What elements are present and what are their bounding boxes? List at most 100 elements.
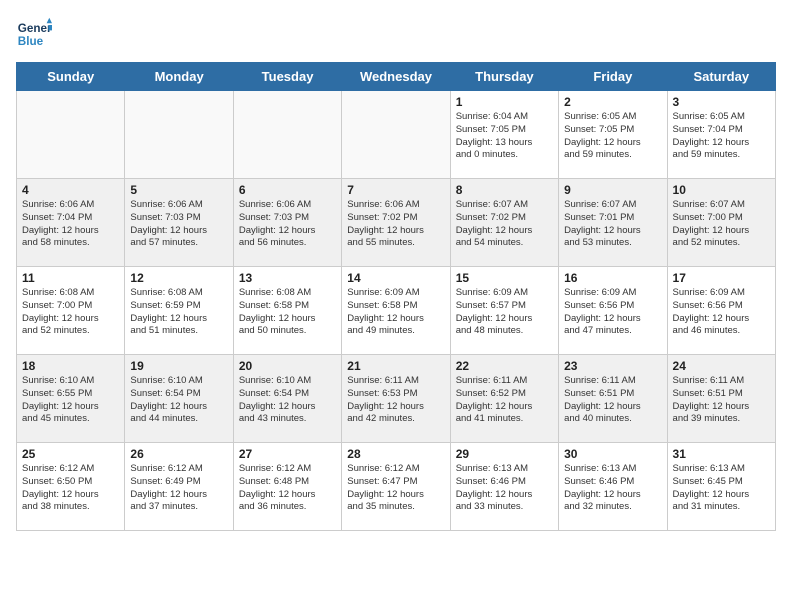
- day-number: 23: [564, 359, 661, 373]
- day-header-sunday: Sunday: [17, 63, 125, 91]
- day-info: Sunrise: 6:08 AM Sunset: 6:59 PM Dayligh…: [130, 287, 227, 338]
- cal-day-21: 21 Sunrise: 6:11 AM Sunset: 6:53 PM Dayli…: [342, 355, 450, 443]
- day-info: Sunrise: 6:11 AM Sunset: 6:51 PM Dayligh…: [673, 375, 770, 426]
- cal-day-6: 6 Sunrise: 6:06 AM Sunset: 7:03 PM Daylig…: [233, 179, 341, 267]
- cal-day-1: 1Sunrise: 6:04 AM Sunset: 7:05 PM Daylig…: [450, 91, 558, 179]
- day-header-wednesday: Wednesday: [342, 63, 450, 91]
- cal-day-30: 30 Sunrise: 6:13 AM Sunset: 6:46 PM Dayli…: [559, 443, 667, 531]
- day-info: Sunrise: 6:12 AM Sunset: 6:47 PM Dayligh…: [347, 463, 444, 514]
- svg-text:General: General: [18, 22, 52, 35]
- day-number: 4: [22, 183, 119, 197]
- day-number: 11: [22, 271, 119, 285]
- day-number: 20: [239, 359, 336, 373]
- day-info: Sunrise: 6:06 AM Sunset: 7:02 PM Dayligh…: [347, 199, 444, 250]
- day-number: 25: [22, 447, 119, 461]
- cal-day-20: 20 Sunrise: 6:10 AM Sunset: 6:54 PM Dayli…: [233, 355, 341, 443]
- day-info: Sunrise: 6:07 AM Sunset: 7:02 PM Dayligh…: [456, 199, 553, 250]
- day-header-monday: Monday: [125, 63, 233, 91]
- day-info: Sunrise: 6:06 AM Sunset: 7:03 PM Dayligh…: [239, 199, 336, 250]
- day-info: Sunrise: 6:13 AM Sunset: 6:46 PM Dayligh…: [456, 463, 553, 514]
- cal-day-13: 13 Sunrise: 6:08 AM Sunset: 6:58 PM Dayli…: [233, 267, 341, 355]
- day-info: Sunrise: 6:09 AM Sunset: 6:57 PM Dayligh…: [456, 287, 553, 338]
- day-info: Sunrise: 6:12 AM Sunset: 6:49 PM Dayligh…: [130, 463, 227, 514]
- cal-day-29: 29 Sunrise: 6:13 AM Sunset: 6:46 PM Dayli…: [450, 443, 558, 531]
- day-info: Sunrise: 6:10 AM Sunset: 6:55 PM Dayligh…: [22, 375, 119, 426]
- svg-text:Blue: Blue: [18, 35, 44, 48]
- day-number: 24: [673, 359, 770, 373]
- cal-day-8: 8 Sunrise: 6:07 AM Sunset: 7:02 PM Daylig…: [450, 179, 558, 267]
- day-number: 29: [456, 447, 553, 461]
- cal-day-15: 15 Sunrise: 6:09 AM Sunset: 6:57 PM Dayli…: [450, 267, 558, 355]
- day-number: 17: [673, 271, 770, 285]
- cal-day-25: 25 Sunrise: 6:12 AM Sunset: 6:50 PM Dayli…: [17, 443, 125, 531]
- day-number: 26: [130, 447, 227, 461]
- day-number: 9: [564, 183, 661, 197]
- day-header-saturday: Saturday: [667, 63, 775, 91]
- cal-day-16: 16 Sunrise: 6:09 AM Sunset: 6:56 PM Dayli…: [559, 267, 667, 355]
- day-info: Sunrise: 6:12 AM Sunset: 6:48 PM Dayligh…: [239, 463, 336, 514]
- day-number: 3: [673, 95, 770, 109]
- day-number: 10: [673, 183, 770, 197]
- day-number: 15: [456, 271, 553, 285]
- day-info: Sunrise: 6:05 AM Sunset: 7:04 PM Dayligh…: [673, 111, 770, 162]
- day-info: Sunrise: 6:06 AM Sunset: 7:04 PM Dayligh…: [22, 199, 119, 250]
- cal-day-12: 12 Sunrise: 6:08 AM Sunset: 6:59 PM Dayli…: [125, 267, 233, 355]
- day-number: 19: [130, 359, 227, 373]
- cal-day-23: 23 Sunrise: 6:11 AM Sunset: 6:51 PM Dayli…: [559, 355, 667, 443]
- day-header-thursday: Thursday: [450, 63, 558, 91]
- day-number: 6: [239, 183, 336, 197]
- day-info: Sunrise: 6:13 AM Sunset: 6:46 PM Dayligh…: [564, 463, 661, 514]
- cal-empty: [342, 91, 450, 179]
- day-info: Sunrise: 6:05 AM Sunset: 7:05 PM Dayligh…: [564, 111, 661, 162]
- day-info: Sunrise: 6:12 AM Sunset: 6:50 PM Dayligh…: [22, 463, 119, 514]
- cal-day-11: 11 Sunrise: 6:08 AM Sunset: 7:00 PM Dayli…: [17, 267, 125, 355]
- day-info: Sunrise: 6:08 AM Sunset: 7:00 PM Dayligh…: [22, 287, 119, 338]
- day-number: 28: [347, 447, 444, 461]
- day-number: 16: [564, 271, 661, 285]
- day-number: 18: [22, 359, 119, 373]
- day-number: 1: [456, 95, 553, 109]
- day-header-friday: Friday: [559, 63, 667, 91]
- cal-day-14: 14Sunrise: 6:09 AM Sunset: 6:58 PM Dayli…: [342, 267, 450, 355]
- cal-day-7: 7 Sunrise: 6:06 AM Sunset: 7:02 PM Daylig…: [342, 179, 450, 267]
- day-info: Sunrise: 6:10 AM Sunset: 6:54 PM Dayligh…: [130, 375, 227, 426]
- cal-day-22: 22 Sunrise: 6:11 AM Sunset: 6:52 PM Dayli…: [450, 355, 558, 443]
- logo-icon: General Blue: [16, 16, 52, 52]
- cal-day-4: 4 Sunrise: 6:06 AM Sunset: 7:04 PM Daylig…: [17, 179, 125, 267]
- page-header: General Blue: [16, 16, 776, 52]
- cal-day-28: 28 Sunrise: 6:12 AM Sunset: 6:47 PM Dayli…: [342, 443, 450, 531]
- day-number: 8: [456, 183, 553, 197]
- day-number: 5: [130, 183, 227, 197]
- day-info: Sunrise: 6:11 AM Sunset: 6:51 PM Dayligh…: [564, 375, 661, 426]
- day-number: 2: [564, 95, 661, 109]
- day-number: 7: [347, 183, 444, 197]
- day-info: Sunrise: 6:11 AM Sunset: 6:53 PM Dayligh…: [347, 375, 444, 426]
- day-number: 21: [347, 359, 444, 373]
- cal-day-2: 2 Sunrise: 6:05 AM Sunset: 7:05 PM Daylig…: [559, 91, 667, 179]
- day-info: Sunrise: 6:07 AM Sunset: 7:00 PM Dayligh…: [673, 199, 770, 250]
- day-info: Sunrise: 6:08 AM Sunset: 6:58 PM Dayligh…: [239, 287, 336, 338]
- day-number: 12: [130, 271, 227, 285]
- day-number: 14: [347, 271, 444, 285]
- cal-day-26: 26 Sunrise: 6:12 AM Sunset: 6:49 PM Dayli…: [125, 443, 233, 531]
- day-info: Sunrise: 6:09 AM Sunset: 6:56 PM Dayligh…: [673, 287, 770, 338]
- day-number: 30: [564, 447, 661, 461]
- day-info: Sunrise: 6:10 AM Sunset: 6:54 PM Dayligh…: [239, 375, 336, 426]
- day-info: Sunrise: 6:06 AM Sunset: 7:03 PM Dayligh…: [130, 199, 227, 250]
- cal-day-9: 9 Sunrise: 6:07 AM Sunset: 7:01 PM Daylig…: [559, 179, 667, 267]
- logo: General Blue: [16, 16, 52, 52]
- day-header-tuesday: Tuesday: [233, 63, 341, 91]
- day-info: Sunrise: 6:07 AM Sunset: 7:01 PM Dayligh…: [564, 199, 661, 250]
- day-number: 22: [456, 359, 553, 373]
- day-number: 31: [673, 447, 770, 461]
- day-info: Sunrise: 6:09 AM Sunset: 6:56 PM Dayligh…: [564, 287, 661, 338]
- cal-day-24: 24 Sunrise: 6:11 AM Sunset: 6:51 PM Dayli…: [667, 355, 775, 443]
- cal-day-19: 19 Sunrise: 6:10 AM Sunset: 6:54 PM Dayli…: [125, 355, 233, 443]
- day-info: Sunrise: 6:13 AM Sunset: 6:45 PM Dayligh…: [673, 463, 770, 514]
- day-number: 13: [239, 271, 336, 285]
- day-info: Sunrise: 6:11 AM Sunset: 6:52 PM Dayligh…: [456, 375, 553, 426]
- cal-day-3: 3 Sunrise: 6:05 AM Sunset: 7:04 PM Daylig…: [667, 91, 775, 179]
- cal-empty: [17, 91, 125, 179]
- cal-day-31: 31 Sunrise: 6:13 AM Sunset: 6:45 PM Dayli…: [667, 443, 775, 531]
- cal-empty: [125, 91, 233, 179]
